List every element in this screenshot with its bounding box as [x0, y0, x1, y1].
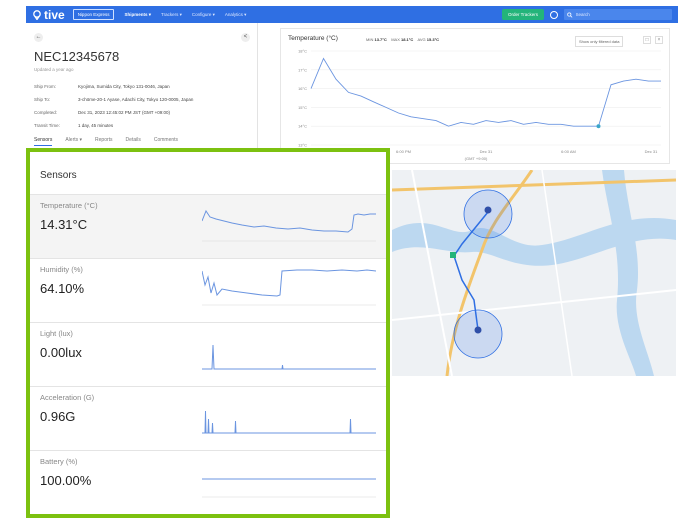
tracker-marker-icon[interactable]: [450, 252, 456, 258]
nav-shipments[interactable]: Shipments ▾: [124, 12, 151, 18]
help-icon[interactable]: [550, 10, 558, 19]
tive-logo[interactable]: tive: [32, 8, 65, 22]
y-tick-label: 16°C: [298, 86, 307, 91]
nav-analytics[interactable]: Analytics ▾: [225, 12, 247, 18]
sensors-panel: Sensors Temperature (°C) 14.31°C Humidit…: [26, 148, 390, 518]
sensor-value: 0.96G: [40, 409, 76, 424]
transit-time-row: Transit Time: 1 day, 45 minutes: [34, 123, 113, 128]
battery-sparkline: [202, 478, 376, 498]
route-map[interactable]: [392, 170, 676, 376]
current-point-marker: [596, 124, 601, 129]
ship-to-value: 3-chōme-20-1 Ayase, Adachi City, Tokyo 1…: [78, 97, 194, 102]
sensor-card-battery[interactable]: Battery (%) 100.00%: [30, 450, 386, 514]
y-tick-label: 18°C: [298, 49, 307, 54]
y-tick-label: 13°C: [298, 143, 307, 148]
detail-tabs: Sensors Alerts ▾ Reports Details Comment…: [34, 137, 191, 146]
completed-label: Completed:: [34, 110, 58, 115]
search-icon: [567, 12, 573, 18]
sensor-label: Humidity (%): [40, 265, 83, 274]
temperature-series-line: [310, 57, 661, 127]
share-icon[interactable]: <: [241, 33, 250, 42]
x-tick-label: Dec 31: [480, 149, 493, 154]
sensor-label: Temperature (°C): [40, 201, 98, 210]
transit-time-value: 1 day, 45 minutes: [78, 123, 114, 128]
order-trackers-button[interactable]: Order Trackers: [501, 9, 544, 20]
shipment-detail-panel: ← < NEC12345678 Updated a year ago Ship …: [26, 23, 258, 153]
y-tick-label: 15°C: [298, 105, 307, 110]
nav-trackers[interactable]: Trackers ▾: [161, 12, 182, 18]
tab-details[interactable]: Details: [126, 137, 141, 146]
search-box[interactable]: [564, 9, 672, 20]
destination-radius: [453, 309, 503, 359]
sensors-title: Sensors: [40, 170, 77, 181]
sensor-card-humidity[interactable]: Humidity (%) 64.10%: [30, 258, 386, 322]
nav-configure[interactable]: Configure ▾: [192, 12, 215, 18]
ship-from-label: Ship From:: [34, 84, 57, 89]
sensor-label: Light (lux): [40, 329, 73, 338]
sensor-label: Battery (%): [40, 457, 78, 466]
completed-value: Dec 31, 2023 12:45:02 PM JST (GMT +09:00…: [78, 110, 171, 115]
x-tick-label: 6:00 AM: [561, 149, 576, 154]
x-tick-label: 6:00 PM: [396, 149, 411, 154]
logo-text: tive: [44, 7, 65, 22]
search-input[interactable]: [575, 12, 669, 17]
map-canvas: [392, 170, 676, 376]
top-nav: tive Nippon Express Shipments ▾ Trackers…: [26, 6, 678, 23]
sensor-card-temperature[interactable]: Temperature (°C) 14.31°C: [30, 194, 386, 258]
tab-reports[interactable]: Reports: [95, 137, 113, 146]
sensor-card-acceleration[interactable]: Acceleration (G) 0.96G: [30, 386, 386, 450]
ship-to-label: Ship To:: [34, 97, 51, 102]
sensor-value: 100.00%: [40, 473, 92, 488]
back-arrow-icon[interactable]: ←: [34, 33, 43, 42]
sensor-value: 14.31°C: [40, 217, 88, 232]
temperature-chart-panel: Temperature (°C) MIN 13.7°C MAX 18.1°C A…: [280, 28, 670, 164]
sensor-value: 0.00lux: [40, 345, 82, 360]
sensor-value: 64.10%: [40, 281, 85, 296]
completed-row: Completed: Dec 31, 2023 12:45:02 PM JST …: [34, 110, 170, 115]
ship-from-row: Ship From: Kyojima, Sumida City, Tokyo 1…: [34, 84, 170, 89]
destination-pin-icon[interactable]: [474, 326, 482, 334]
y-tick-label: 14°C: [298, 124, 307, 129]
light-sparkline: [202, 344, 376, 370]
x-tick-label: Dec 31: [645, 149, 658, 154]
y-tick-label: 17°C: [298, 67, 307, 72]
updated-time: Updated a year ago: [34, 67, 74, 72]
origin-pin-icon[interactable]: [484, 206, 492, 214]
page: tive Nippon Express Shipments ▾ Trackers…: [0, 0, 684, 520]
temperature-line-chart: 13°C14°C15°C16°C17°C18°CDec 306:00 PMDec…: [298, 49, 661, 161]
ship-to-row: Ship To: 3-chōme-20-1 Ayase, Adachi City…: [34, 97, 193, 102]
sensor-label: Acceleration (G): [40, 393, 95, 402]
tab-comments[interactable]: Comments: [154, 137, 178, 146]
origin-radius: [463, 189, 513, 239]
humidity-sparkline: [202, 269, 376, 306]
ship-from-value: Kyojima, Sumida City, Tokyo 131-0046, Ja…: [78, 84, 170, 89]
tab-alerts[interactable]: Alerts ▾: [65, 137, 82, 146]
location-pin-icon: [33, 9, 41, 20]
tab-sensors[interactable]: Sensors: [34, 137, 53, 146]
shipment-id: NEC12345678: [34, 49, 120, 64]
acceleration-sparkline: [202, 410, 376, 434]
temperature-sparkline: [202, 209, 376, 242]
x-axis-label: (GMT +9:00): [465, 156, 488, 161]
organization-selector[interactable]: Nippon Express: [72, 9, 115, 20]
sensor-card-light[interactable]: Light (lux) 0.00lux: [30, 322, 386, 386]
transit-time-label: Transit Time:: [34, 123, 60, 128]
